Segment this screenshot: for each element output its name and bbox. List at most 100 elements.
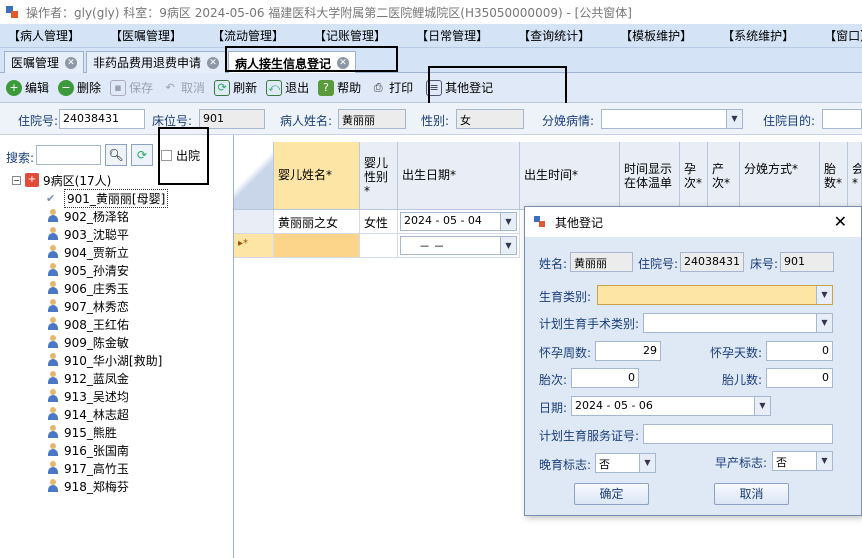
tree-root[interactable]: − + 9病区(17人) — [12, 171, 111, 189]
patient-tree-item[interactable]: 918_郑梅芬 — [46, 477, 129, 495]
patient-tree-item[interactable]: 902_杨泽铭 — [46, 207, 129, 225]
admission-purpose-input[interactable] — [822, 109, 862, 129]
tab-orders[interactable]: 医嘱管理 ✕ — [4, 51, 85, 73]
collapse-icon[interactable]: − — [12, 175, 21, 185]
menu-orders[interactable]: 【医嘱管理】 — [110, 27, 182, 44]
cell-birth-date[interactable]: 2024 - 05 - 04 ▼ — [398, 210, 520, 234]
close-icon[interactable]: ✕ — [834, 212, 847, 231]
hosp-no-input[interactable]: 24038431 — [59, 109, 145, 129]
date-picker[interactable]: 2024 - 05 - 06 ▼ — [571, 396, 771, 416]
delivery-condition-select[interactable]: ▼ — [601, 109, 743, 129]
menu-flow[interactable]: 【流动管理】 — [212, 27, 284, 44]
header-birth-date[interactable]: 出生日期* — [398, 142, 520, 210]
help-icon: ? — [318, 79, 335, 96]
chevron-down-icon[interactable]: ▼ — [816, 286, 832, 304]
header-show-temp[interactable]: 时间显示在体温单 — [620, 142, 680, 210]
birth-type-select[interactable]: ▼ — [597, 285, 833, 305]
sex-input[interactable]: 女 — [456, 109, 524, 129]
refresh-icon[interactable]: ⟳ — [131, 144, 153, 166]
new-row-baby-sex[interactable] — [360, 234, 398, 258]
chevron-down-icon[interactable]: ▼ — [816, 452, 832, 470]
close-icon[interactable]: ✕ — [65, 56, 78, 69]
header-pregnancy[interactable]: 孕次* — [680, 142, 708, 210]
menu-billing[interactable]: 【记账管理】 — [314, 27, 386, 44]
patient-tree-item[interactable]: 906_庄秀玉 — [46, 279, 129, 297]
cell-baby-name[interactable]: 黄丽丽之女 — [274, 210, 360, 234]
chevron-down-icon[interactable]: ▼ — [639, 454, 655, 472]
edit-button[interactable]: + 编辑 — [6, 79, 49, 96]
patient-tree-item[interactable]: 913_吴述均 — [46, 387, 129, 405]
cell-baby-sex[interactable]: 女性 — [360, 210, 398, 234]
exit-label: 退出 — [285, 81, 310, 95]
surgery-type-select[interactable]: ▼ — [643, 313, 833, 333]
patient-tree-item[interactable]: 903_沈聪平 — [46, 225, 129, 243]
refresh-button[interactable]: ⟳ 刷新 — [214, 79, 257, 96]
search-icon[interactable]: 🔍︎ — [105, 144, 127, 166]
header-delivery-method[interactable]: 分娩方式* — [740, 142, 820, 210]
close-icon[interactable]: ✕ — [207, 56, 220, 69]
discharge-label: 出院 — [176, 149, 201, 163]
tab-delivery-register[interactable]: 病人接生信息登记 ✕ — [228, 51, 357, 74]
patient-tree-item[interactable]: 914_林志超 — [46, 405, 129, 423]
header-birth-time[interactable]: 出生时间* — [520, 142, 620, 210]
print-button[interactable]: ⎙ 打印 — [370, 79, 413, 96]
person-icon — [46, 335, 60, 349]
menu-query[interactable]: 【查询统计】 — [518, 27, 590, 44]
chevron-down-icon[interactable]: ▼ — [500, 213, 516, 230]
patient-tree-item[interactable]: 910_华小湖[救助] — [46, 351, 162, 369]
save-button[interactable]: ▪ 保存 — [110, 79, 153, 96]
dlg-name-input[interactable]: 黄丽丽 — [570, 252, 633, 272]
delete-button[interactable]: − 删除 — [58, 79, 101, 96]
menu-patient[interactable]: 【病人管理】 — [8, 27, 80, 44]
header-parity[interactable]: 产次* — [708, 142, 740, 210]
help-button[interactable]: ? 帮助 — [318, 79, 361, 96]
chevron-down-icon[interactable]: ▼ — [500, 237, 516, 254]
patient-tree-item[interactable]: 904_贾新立 — [46, 243, 129, 261]
header-fetus-count[interactable]: 胎数* — [820, 142, 848, 210]
premature-select[interactable]: 否 ▼ — [772, 451, 833, 471]
chevron-down-icon[interactable]: ▼ — [726, 110, 742, 128]
patient-name-input[interactable]: 黄丽丽 — [338, 109, 406, 129]
header-baby-name[interactable]: 婴儿姓名* — [274, 142, 360, 210]
preg-days-input[interactable]: 0 — [766, 341, 833, 361]
new-row-birth-date[interactable]: － － ▼ — [398, 234, 520, 258]
new-row-baby-name[interactable] — [274, 234, 360, 258]
preg-weeks-input[interactable]: 29 — [595, 341, 661, 361]
person-icon — [46, 461, 60, 475]
patient-tree-item[interactable]: 909_陈金敏 — [46, 333, 129, 351]
late-birth-select[interactable]: 否 ▼ — [595, 453, 656, 473]
cancel-button[interactable]: 取消 — [714, 483, 789, 505]
patient-tree-item[interactable]: 907_林秀恋 — [46, 297, 129, 315]
patient-tree-item[interactable]: 912_蓝凤金 — [46, 369, 129, 387]
app-icon — [6, 6, 18, 18]
chevron-down-icon[interactable]: ▼ — [754, 397, 770, 415]
dlg-hosp-input[interactable]: 24038431 — [680, 252, 744, 272]
service-cert-input[interactable] — [643, 424, 833, 444]
save-icon: ▪ — [110, 79, 127, 96]
patient-tree-item[interactable]: ✔ 901_黄丽丽[母婴] — [46, 188, 169, 208]
menu-system[interactable]: 【系统维护】 — [722, 27, 794, 44]
bed-input[interactable]: 901 — [199, 109, 265, 129]
header-baby-sex[interactable]: 婴儿性别* — [360, 142, 398, 210]
menu-template[interactable]: 【模板维护】 — [620, 27, 692, 44]
chevron-down-icon[interactable]: ▼ — [816, 314, 832, 332]
menu-window[interactable]: 【窗口】 — [824, 27, 862, 44]
ok-button[interactable]: 确定 — [574, 483, 649, 505]
cancel-button[interactable]: ↶ 取消 — [162, 79, 205, 96]
discharge-checkbox[interactable] — [161, 150, 172, 161]
fetus-count-input[interactable]: 0 — [766, 368, 833, 388]
dlg-bed-input[interactable]: 901 — [780, 252, 834, 272]
header-more[interactable]: 会* — [848, 142, 862, 210]
patient-tree-item[interactable]: 917_高竹玉 — [46, 459, 129, 477]
close-icon[interactable]: ✕ — [337, 57, 350, 69]
patient-tree-item[interactable]: 905_孙清安 — [46, 261, 129, 279]
patient-tree-item[interactable]: 908_王红佑 — [46, 315, 129, 333]
search-input[interactable] — [36, 145, 101, 165]
menu-daily[interactable]: 【日常管理】 — [416, 27, 488, 44]
exit-button[interactable]: ⤺ 退出 — [266, 79, 309, 96]
parity-input[interactable]: 0 — [571, 368, 639, 388]
other-register-button[interactable]: ≡ 其他登记 — [426, 79, 493, 96]
patient-tree-item[interactable]: 916_张国南 — [46, 441, 129, 459]
tab-refund[interactable]: 非药品费用退费申请 ✕ — [86, 51, 227, 73]
patient-tree-item[interactable]: 915_熊胜 — [46, 423, 117, 441]
